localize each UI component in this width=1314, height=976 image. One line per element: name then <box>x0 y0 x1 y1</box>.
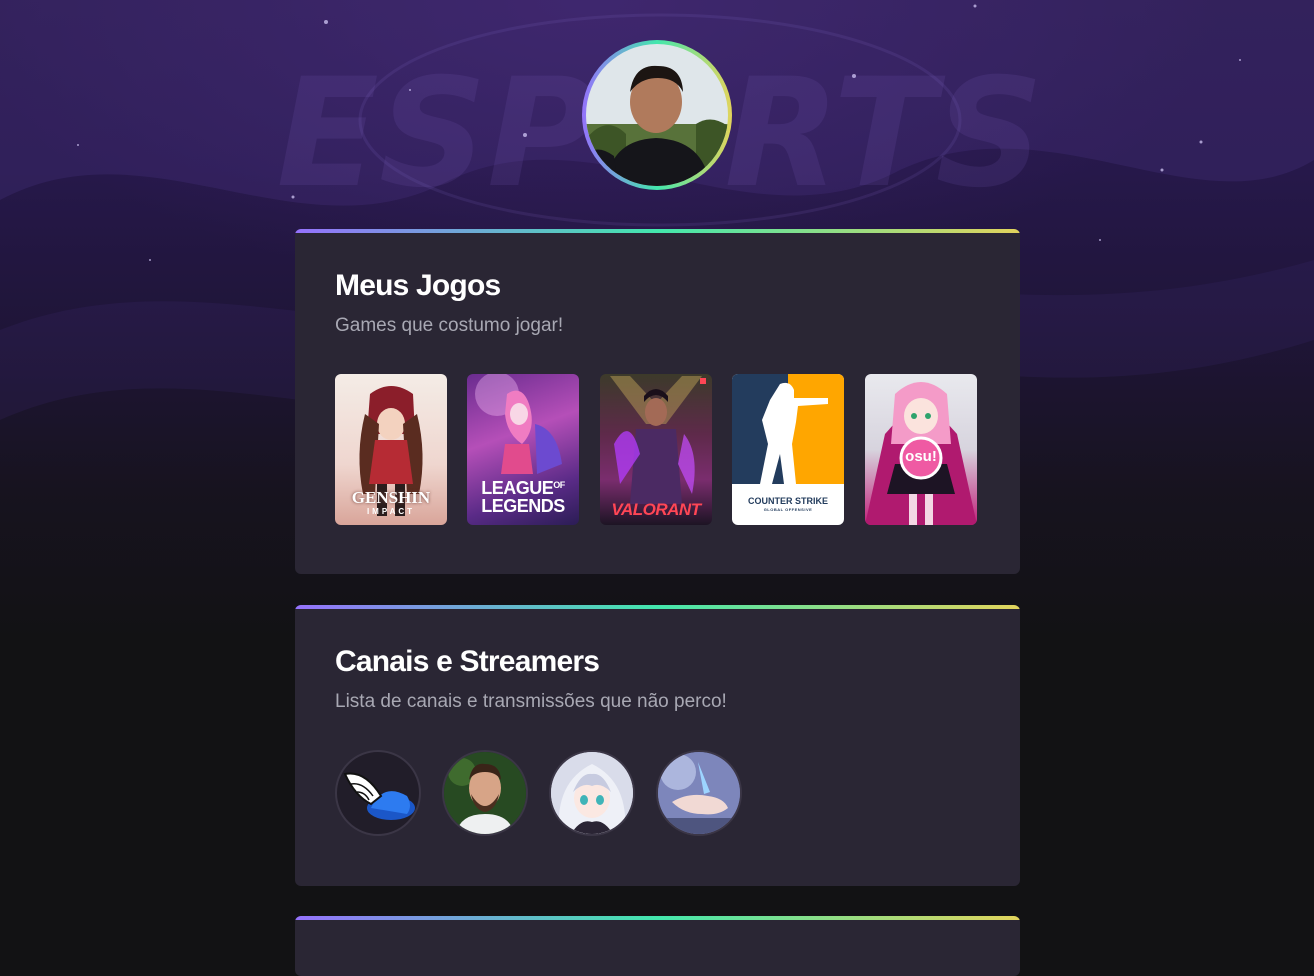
channel-anime-hand[interactable] <box>656 750 742 836</box>
profile-avatar <box>582 40 732 190</box>
channel-anime-girl[interactable] <box>549 750 635 836</box>
csgo-logo: COUNTER STRIKE <box>747 496 829 506</box>
game-card-counter-strike[interactable]: COUNTER STRIKE GLOBAL OFFENSIVE <box>732 374 844 525</box>
games-subtitle: Games que costumo jogar! <box>335 315 564 336</box>
game-card-osu[interactable]: osu! <box>865 374 977 525</box>
bearded-man-photo <box>444 752 526 834</box>
anime-hand-photo <box>658 752 740 834</box>
genshin-logo-sub: IMPACT <box>366 507 416 516</box>
game-card-genshin[interactable]: GENSHIN IMPACT <box>335 374 447 525</box>
game-card-valorant[interactable]: VALORANT <box>600 374 712 525</box>
next-card <box>295 916 1020 976</box>
user-photo <box>586 44 728 186</box>
channels-card: Canais e Streamers Lista de canais e tra… <box>295 605 1020 886</box>
winged-cap-icon <box>343 772 415 820</box>
anime-girl-photo <box>551 752 633 834</box>
genshin-logo: GENSHIN <box>351 488 431 507</box>
lol-logo-line2: LEGENDS <box>481 496 565 516</box>
csgo-logo-sub: GLOBAL OFFENSIVE <box>763 507 813 512</box>
channels-title: Canais e Streamers <box>335 645 600 678</box>
channels-subtitle: Lista de canais e transmissões que não p… <box>335 691 727 712</box>
game-card-lol[interactable]: LEAGUEOF LEGENDS <box>467 374 579 525</box>
channel-bearded-man[interactable] <box>442 750 528 836</box>
games-card: Meus Jogos Games que costumo jogar! GENS… <box>295 229 1020 574</box>
games-title: Meus Jogos <box>335 269 501 302</box>
osu-logo: osu! <box>905 448 937 465</box>
valorant-logo: VALORANT <box>611 500 701 519</box>
channel-winged-cap[interactable] <box>335 750 421 836</box>
